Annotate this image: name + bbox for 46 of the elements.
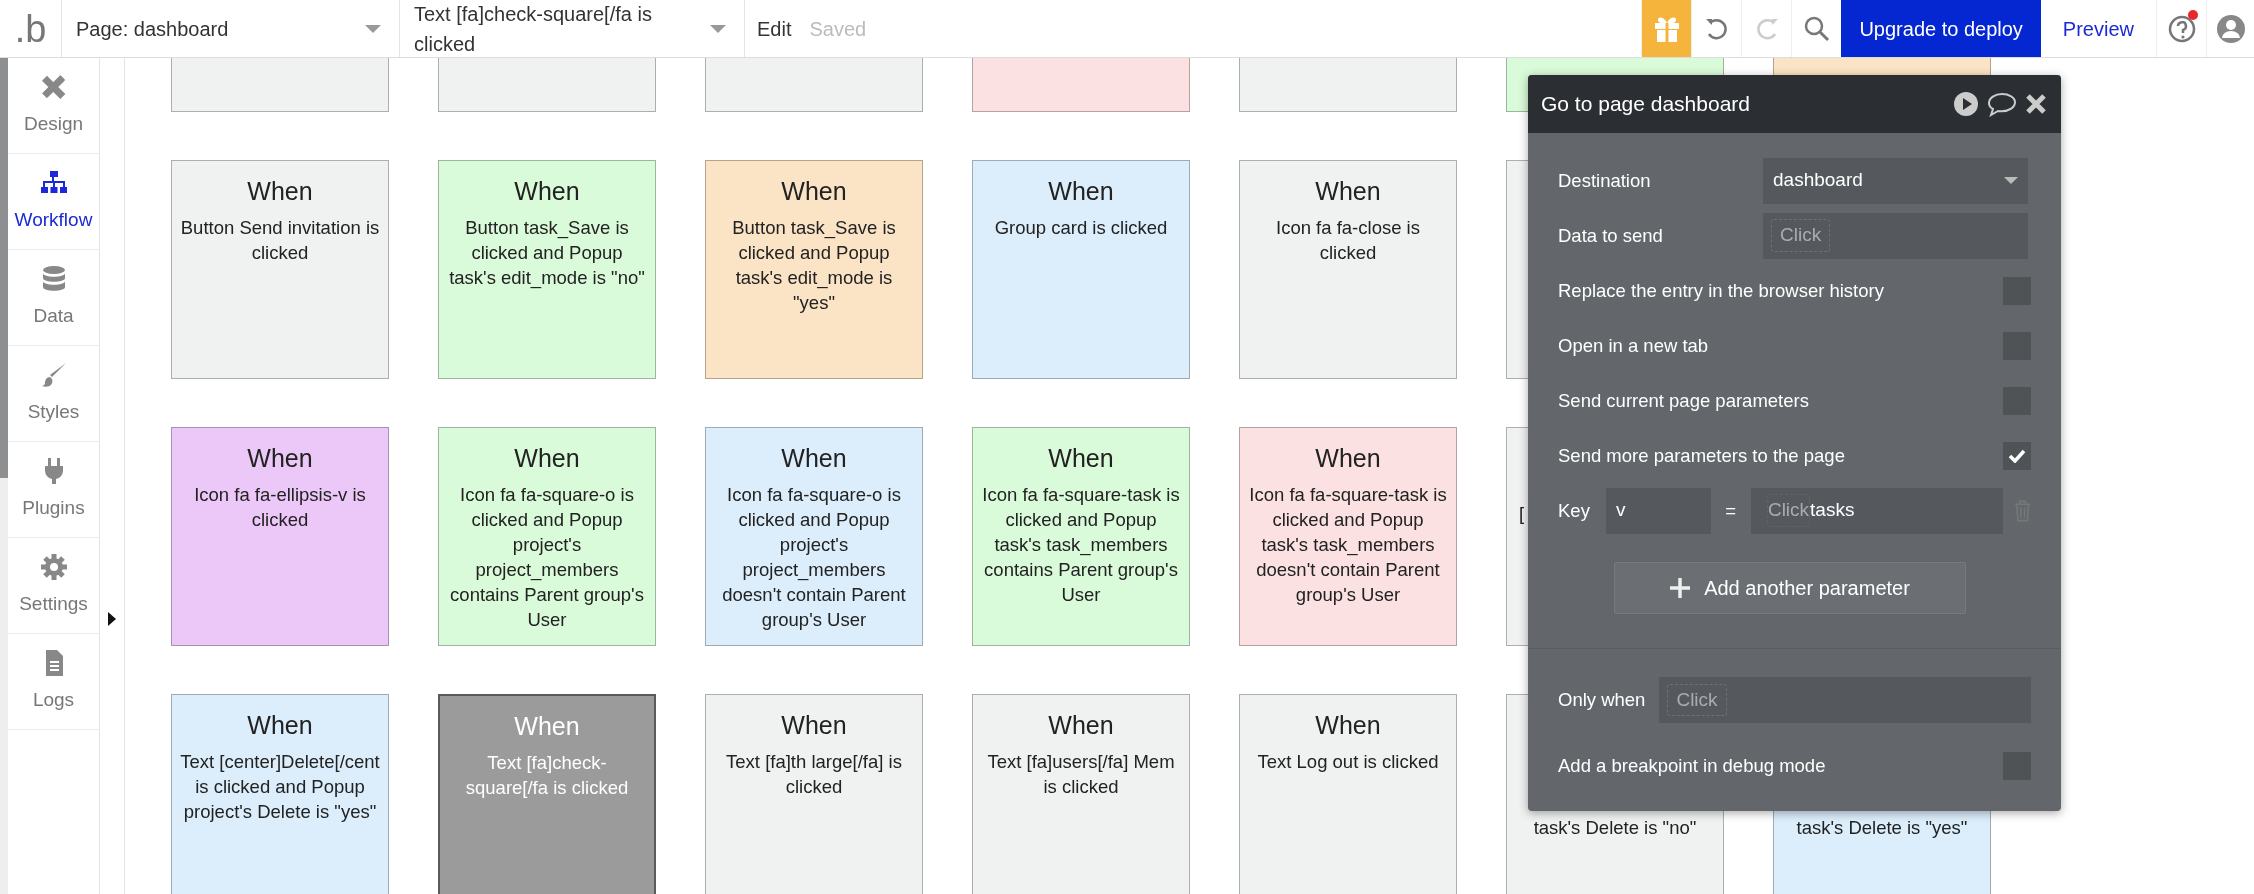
value-text: tasks <box>1810 498 1855 523</box>
equals-sign: = <box>1724 498 1738 523</box>
card-heading: When <box>781 710 847 741</box>
card-text: Button task_Save is clicked and Popup task's edit_mode is "no" <box>448 215 646 290</box>
card-heading: When <box>1048 443 1114 474</box>
card-text: Icon fa fa-square-task is clicked and Popup task's task_members doesn't contain Parent group's User <box>1248 482 1448 607</box>
card-heading: When <box>1048 710 1114 741</box>
field-label: Send more parameters to the page <box>1558 443 1845 468</box>
card-heading: When <box>514 711 580 742</box>
card-text: Text [center]Delete[/cent is clicked and Popup project's Delete is "yes" <box>180 749 380 824</box>
field-label: Key <box>1558 498 1591 523</box>
card-text: Icon fa fa-square-o is clicked and Popup project's project_members doesn't contain Parent group's User <box>721 482 907 632</box>
card-text: Icon fa fa-square-o is clicked and Popup project's project_members contains Parent group's User <box>449 482 645 632</box>
field-label: Data to send <box>1558 223 1664 248</box>
card-heading: When <box>781 176 847 207</box>
card-heading: When <box>1315 443 1381 474</box>
panel-title: Go to page dashboard <box>1541 91 1750 118</box>
card-text: Icon fa fa-close is clicked <box>1275 215 1421 265</box>
card-heading: When <box>514 176 580 207</box>
field-label: Only when <box>1558 688 1646 713</box>
card-heading: When <box>514 443 580 474</box>
card-text: Button task_Save is clicked and Popup task's edit_mode is "yes" <box>731 215 897 315</box>
field-label: Add a breakpoint in debug mode <box>1558 754 1826 779</box>
field-label: Open in a new tab <box>1558 333 1709 358</box>
card-heading: When <box>247 710 313 741</box>
field-label: Replace the entry in the browser history <box>1558 278 1884 303</box>
card-text: Text [fa]th large[/fa] is clicked <box>725 749 903 799</box>
card-text: task's Delete is "yes" <box>1796 816 1968 840</box>
card-text: Text [fa]users[/fa] Mem is clicked <box>986 749 1176 799</box>
card-heading: When <box>247 443 313 474</box>
card-heading: When <box>781 443 847 474</box>
save-status: Saved <box>808 16 868 42</box>
field-label: Send current page parameters <box>1558 388 1809 413</box>
card-text: [ <box>1518 502 1525 526</box>
card-heading: When <box>247 176 313 207</box>
card-text: Icon fa fa-square-task is clicked and Popup task's task_members contains Parent group's User <box>981 482 1181 607</box>
card-heading: When <box>1048 176 1114 207</box>
card-text: task's Delete is "no" <box>1533 816 1697 840</box>
card-text: Text Log out is clicked <box>1257 749 1439 774</box>
card-text: Group card is clicked <box>994 215 1168 240</box>
card-text: Icon fa fa-ellipsis-v is clicked <box>193 482 367 532</box>
card-heading: When <box>1315 176 1381 207</box>
field-label: Destination <box>1558 168 1652 193</box>
card-text: Button Send invitation is clicked <box>180 215 380 265</box>
card-heading: When <box>1315 710 1381 741</box>
card-text: Text [fa]check-square[/fa is clicked <box>464 750 630 800</box>
